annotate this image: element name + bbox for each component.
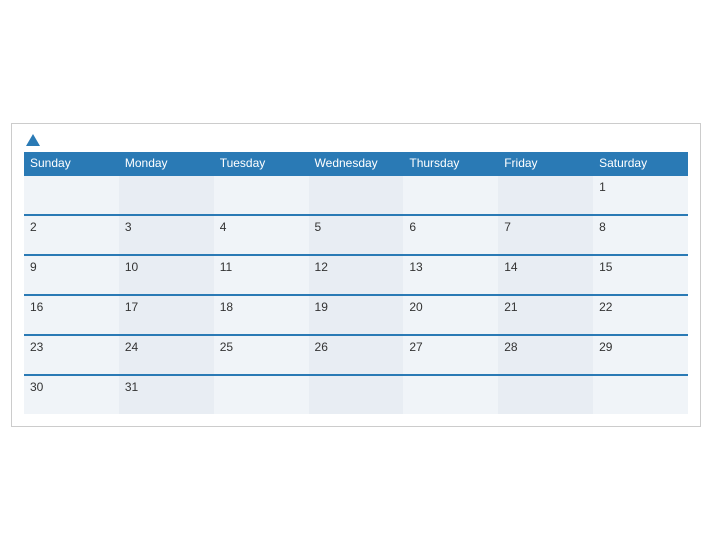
calendar-cell: 26 bbox=[309, 335, 404, 375]
day-number: 3 bbox=[125, 220, 132, 234]
day-number: 6 bbox=[409, 220, 416, 234]
calendar-cell: 3 bbox=[119, 215, 214, 255]
calendar-cell bbox=[403, 175, 498, 215]
calendar-cell: 15 bbox=[593, 255, 688, 295]
day-number: 12 bbox=[315, 260, 328, 274]
calendar-cell: 28 bbox=[498, 335, 593, 375]
calendar-grid: SundayMondayTuesdayWednesdayThursdayFrid… bbox=[24, 152, 688, 414]
day-number: 27 bbox=[409, 340, 422, 354]
day-number: 5 bbox=[315, 220, 322, 234]
day-number: 18 bbox=[220, 300, 233, 314]
calendar-cell: 13 bbox=[403, 255, 498, 295]
day-number: 16 bbox=[30, 300, 43, 314]
week-row-1: 2 3 4 5 6 7 8 bbox=[24, 215, 688, 255]
calendar-cell bbox=[498, 175, 593, 215]
day-number: 8 bbox=[599, 220, 606, 234]
week-row-0: 1 bbox=[24, 175, 688, 215]
day-number: 13 bbox=[409, 260, 422, 274]
calendar-cell: 21 bbox=[498, 295, 593, 335]
calendar-cell bbox=[214, 175, 309, 215]
calendar-cell: 7 bbox=[498, 215, 593, 255]
week-row-5: 30 31 bbox=[24, 375, 688, 414]
day-number: 25 bbox=[220, 340, 233, 354]
calendar-cell bbox=[403, 375, 498, 414]
calendar-cell bbox=[309, 375, 404, 414]
weekday-monday: Monday bbox=[119, 152, 214, 175]
calendar-cell bbox=[309, 175, 404, 215]
weekday-thursday: Thursday bbox=[403, 152, 498, 175]
calendar-cell: 31 bbox=[119, 375, 214, 414]
calendar-tbody: 1234567891011121314151617181920212223242… bbox=[24, 175, 688, 414]
day-number: 4 bbox=[220, 220, 227, 234]
weekday-tuesday: Tuesday bbox=[214, 152, 309, 175]
day-number: 29 bbox=[599, 340, 612, 354]
day-number: 24 bbox=[125, 340, 138, 354]
day-number: 22 bbox=[599, 300, 612, 314]
calendar-cell: 5 bbox=[309, 215, 404, 255]
day-number: 15 bbox=[599, 260, 612, 274]
calendar-cell: 29 bbox=[593, 335, 688, 375]
day-number: 2 bbox=[30, 220, 37, 234]
calendar-cell: 11 bbox=[214, 255, 309, 295]
calendar-cell: 8 bbox=[593, 215, 688, 255]
day-number: 7 bbox=[504, 220, 511, 234]
calendar-thead: SundayMondayTuesdayWednesdayThursdayFrid… bbox=[24, 152, 688, 175]
calendar-cell: 12 bbox=[309, 255, 404, 295]
calendar-cell: 20 bbox=[403, 295, 498, 335]
calendar-container: SundayMondayTuesdayWednesdayThursdayFrid… bbox=[11, 123, 701, 427]
day-number: 21 bbox=[504, 300, 517, 314]
day-number: 20 bbox=[409, 300, 422, 314]
weekday-sunday: Sunday bbox=[24, 152, 119, 175]
week-row-4: 23 24 25 26 27 28 29 bbox=[24, 335, 688, 375]
day-number: 23 bbox=[30, 340, 43, 354]
day-number: 26 bbox=[315, 340, 328, 354]
calendar-cell: 25 bbox=[214, 335, 309, 375]
weekday-saturday: Saturday bbox=[593, 152, 688, 175]
weekday-header-row: SundayMondayTuesdayWednesdayThursdayFrid… bbox=[24, 152, 688, 175]
day-number: 19 bbox=[315, 300, 328, 314]
calendar-cell: 9 bbox=[24, 255, 119, 295]
day-number: 1 bbox=[599, 180, 606, 194]
calendar-cell: 2 bbox=[24, 215, 119, 255]
calendar-cell: 23 bbox=[24, 335, 119, 375]
calendar-cell bbox=[24, 175, 119, 215]
day-number: 17 bbox=[125, 300, 138, 314]
day-number: 28 bbox=[504, 340, 517, 354]
logo-triangle-icon bbox=[26, 134, 40, 146]
calendar-cell: 27 bbox=[403, 335, 498, 375]
calendar-cell: 18 bbox=[214, 295, 309, 335]
calendar-cell: 6 bbox=[403, 215, 498, 255]
day-number: 11 bbox=[220, 260, 232, 274]
day-number: 9 bbox=[30, 260, 37, 274]
calendar-cell: 22 bbox=[593, 295, 688, 335]
week-row-2: 9 10 11 12 13 14 15 bbox=[24, 255, 688, 295]
week-row-3: 16 17 18 19 20 21 22 bbox=[24, 295, 688, 335]
calendar-cell: 1 bbox=[593, 175, 688, 215]
day-number: 14 bbox=[504, 260, 517, 274]
calendar-cell: 24 bbox=[119, 335, 214, 375]
calendar-cell bbox=[593, 375, 688, 414]
day-number: 30 bbox=[30, 380, 43, 394]
calendar-cell: 16 bbox=[24, 295, 119, 335]
calendar-cell bbox=[498, 375, 593, 414]
calendar-cell: 30 bbox=[24, 375, 119, 414]
calendar-cell: 19 bbox=[309, 295, 404, 335]
weekday-friday: Friday bbox=[498, 152, 593, 175]
calendar-header bbox=[24, 134, 688, 146]
day-number: 10 bbox=[125, 260, 138, 274]
calendar-cell: 17 bbox=[119, 295, 214, 335]
weekday-wednesday: Wednesday bbox=[309, 152, 404, 175]
calendar-cell: 14 bbox=[498, 255, 593, 295]
day-number: 31 bbox=[125, 380, 138, 394]
calendar-cell bbox=[214, 375, 309, 414]
calendar-cell bbox=[119, 175, 214, 215]
calendar-cell: 4 bbox=[214, 215, 309, 255]
logo-area bbox=[24, 134, 40, 146]
calendar-cell: 10 bbox=[119, 255, 214, 295]
